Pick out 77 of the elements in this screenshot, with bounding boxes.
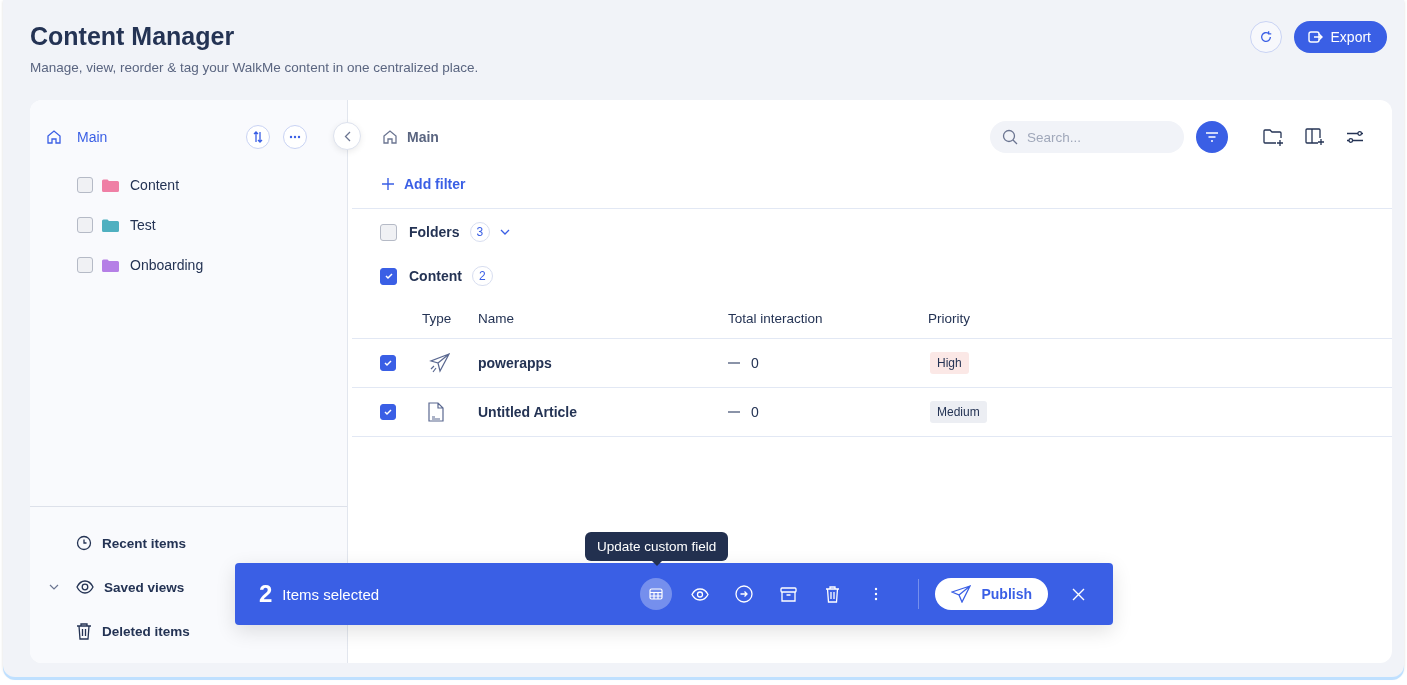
sidebar-nav-item[interactable]: Saved views: [104, 579, 185, 595]
breadcrumb[interactable]: Main: [407, 129, 439, 145]
new-folder-icon[interactable]: [1263, 128, 1284, 146]
refresh-icon: [1258, 30, 1273, 44]
chevron-icon[interactable]: [49, 584, 59, 590]
export-icon: [1306, 29, 1323, 45]
custom-field-button[interactable]: [640, 578, 673, 610]
priority-tag: High: [930, 352, 969, 374]
item-name[interactable]: powerapps: [478, 355, 552, 371]
column-header: Type: [422, 310, 452, 326]
interaction-count: 0: [751, 404, 759, 420]
checkbox[interactable]: [380, 267, 397, 285]
publish-button[interactable]: Publish: [935, 578, 1048, 610]
checkbox[interactable]: [380, 404, 396, 420]
folder-item[interactable]: Content: [130, 177, 180, 193]
sidebar-nav-item[interactable]: Recent items: [102, 535, 187, 551]
interaction-count: 0: [751, 355, 759, 371]
paper-plane-icon: [951, 585, 972, 603]
refresh-button[interactable]: [1249, 21, 1282, 53]
clock-icon: [76, 535, 92, 551]
export-button[interactable]: Export: [1293, 21, 1387, 53]
settings-sliders-icon[interactable]: [1346, 130, 1364, 144]
archive-box-icon: [779, 586, 797, 602]
more-button[interactable]: [283, 125, 307, 149]
chevron-left-icon: [343, 130, 351, 142]
trash-icon: [824, 585, 840, 603]
column-header: Priority: [928, 310, 970, 326]
root-folder-link[interactable]: Main: [77, 129, 233, 145]
check-icon: [383, 407, 393, 417]
sort-arrows-icon: [252, 131, 264, 143]
search-icon: [1002, 129, 1018, 145]
checkbox[interactable]: [77, 257, 93, 273]
add-column-icon[interactable]: [1305, 128, 1325, 146]
group-label: Folders: [409, 224, 460, 240]
tooltip-pointer-icon: [651, 561, 662, 566]
trend-dash-icon: [728, 362, 740, 364]
arrow-circle-icon: [735, 585, 754, 603]
tooltip: Update custom field: [585, 532, 729, 561]
page-subtitle: Manage, view, reorder & tag your WalkMe content in one centralized place.: [30, 60, 480, 75]
more-dots-icon: [289, 135, 301, 139]
eye-icon: [76, 580, 94, 594]
group-label: Content: [409, 268, 462, 284]
add-filter-button[interactable]: Add filter: [382, 174, 466, 194]
sort-button[interactable]: [246, 125, 270, 149]
folder-item[interactable]: Onboarding: [130, 257, 204, 273]
eye-icon: [691, 587, 710, 601]
page-title: Content Manager: [30, 22, 236, 51]
item-name[interactable]: Untitled Article: [478, 404, 578, 420]
folder-item[interactable]: Test: [130, 217, 156, 233]
home-icon: [46, 129, 62, 145]
trash-icon: [76, 622, 92, 640]
paper-plane-icon: [428, 353, 450, 373]
count-badge: 2: [471, 266, 493, 286]
sidebar-nav-item[interactable]: Deleted items: [102, 623, 190, 639]
check-icon: [383, 271, 394, 281]
count-badge: 3: [469, 222, 491, 242]
home-icon: [382, 129, 398, 145]
close-icon: [1072, 587, 1085, 601]
filter-icon: [1205, 132, 1219, 142]
check-icon: [383, 358, 393, 368]
column-header: Name: [478, 310, 514, 326]
checkbox[interactable]: [77, 177, 93, 193]
document-icon: [428, 402, 444, 422]
plus-icon: [382, 178, 394, 190]
chevron-icon[interactable]: [500, 229, 511, 235]
search-field[interactable]: Search...: [990, 121, 1184, 153]
column-header: Total interaction: [728, 310, 823, 326]
selected-count: 2: [259, 580, 273, 608]
checkbox[interactable]: [380, 355, 396, 371]
filter-button[interactable]: [1196, 121, 1228, 153]
more-dots-icon: [874, 587, 879, 601]
table-icon: [649, 588, 664, 600]
priority-tag: Medium: [930, 401, 987, 423]
checkbox[interactable]: [380, 223, 397, 241]
selected-label: Items selected: [282, 585, 380, 603]
trend-dash-icon: [728, 411, 740, 413]
checkbox[interactable]: [77, 217, 93, 233]
